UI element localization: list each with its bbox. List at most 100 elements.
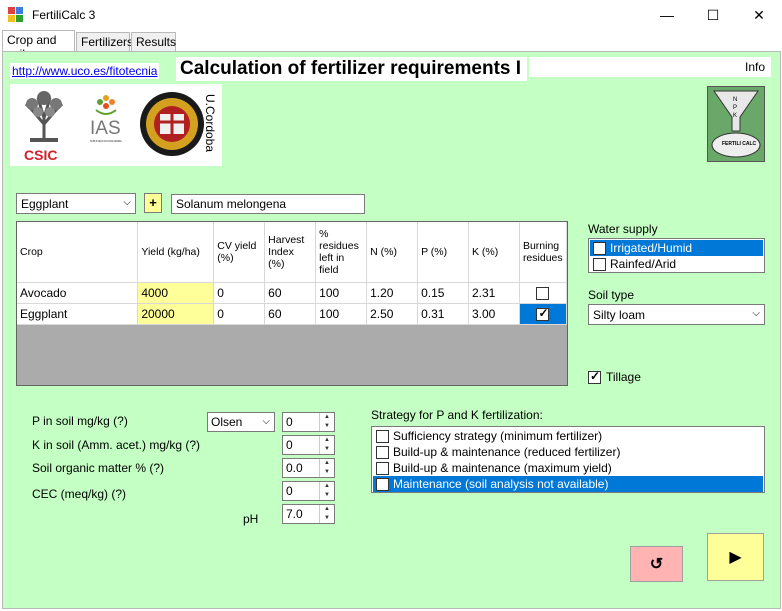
cell-p[interactable]: 0.15 — [417, 282, 469, 304]
option-label: Irrigated/Humid — [610, 241, 693, 255]
tab-results[interactable]: Results — [131, 32, 176, 51]
strategy-list[interactable]: Sufficiency strategy (minimum fertilizer… — [371, 426, 765, 493]
checkbox[interactable] — [376, 429, 389, 443]
option-label: Sufficiency strategy (minimum fertilizer… — [393, 429, 603, 443]
water-option-irrigated[interactable]: Irrigated/Humid — [590, 240, 763, 256]
table-row[interactable]: Eggplant 20000 0 60 100 2.50 0.31 3.00 — [17, 303, 568, 325]
checkbox[interactable] — [593, 240, 606, 255]
institution-logos: CSIC IAS INSTITUTO DE AGRICULTURA SOSTEN… — [10, 84, 222, 166]
npk-letter-k: K — [733, 113, 737, 119]
p-value: 0 — [286, 415, 293, 429]
ucordoba-seal — [140, 92, 204, 156]
cell-n[interactable]: 2.50 — [366, 303, 419, 325]
reset-button[interactable]: ↺ — [630, 546, 683, 582]
crop-select-value: Eggplant — [21, 197, 69, 211]
npk-name-text: FERTILI CALC — [722, 141, 757, 147]
strategy-option-maximum[interactable]: Build-up & maintenance (maximum yield) — [373, 460, 763, 476]
checkbox[interactable] — [376, 476, 389, 491]
cell-crop[interactable]: Avocado — [17, 282, 139, 304]
col-n: N (%) — [366, 222, 419, 283]
run-button[interactable]: ▶ — [707, 533, 764, 581]
cell-k[interactable]: 2.31 — [468, 282, 520, 304]
spin-arrows-icon[interactable]: ▲ ▼ — [319, 436, 334, 454]
title-bar: FertiliCalc 3 — ☐ ✕ — [0, 0, 782, 30]
minimize-button[interactable]: — — [644, 0, 690, 30]
tillage-checkbox[interactable]: Tillage — [588, 369, 641, 384]
cell-p[interactable]: 0.31 — [417, 303, 469, 325]
cell-residues[interactable]: 100 — [315, 282, 368, 304]
cell-hi[interactable]: 60 — [264, 303, 317, 325]
strategy-option-sufficiency[interactable]: Sufficiency strategy (minimum fertilizer… — [373, 428, 763, 444]
crop-table[interactable]: Crop Yield (kg/ha) CV yield (%) Harvest … — [16, 221, 568, 386]
close-button[interactable]: ✕ — [736, 0, 782, 30]
csic-logo — [24, 91, 64, 142]
water-supply-label: Water supply — [588, 222, 658, 236]
k-value-stepper[interactable]: 0 ▲ ▼ — [282, 435, 335, 455]
cec-label: CEC (meq/kg) (?) — [32, 487, 127, 501]
tab-crop-and-soil[interactable]: Crop and soil — [2, 30, 75, 61]
checkbox[interactable] — [588, 369, 601, 384]
burning-checkbox[interactable] — [536, 306, 550, 321]
col-p: P (%) — [417, 222, 469, 283]
col-cv-yield: CV yield (%) — [213, 222, 266, 283]
cell-burning[interactable] — [519, 303, 568, 325]
ucordoba-text: U.Cordoba — [203, 94, 217, 152]
option-label: Build-up & maintenance (maximum yield) — [393, 461, 612, 475]
csic-text: CSIC — [24, 147, 57, 163]
fertilicalc-logo: N P K FERTILI CALC — [707, 86, 765, 162]
spin-arrows-icon[interactable]: ▲ ▼ — [319, 459, 334, 477]
play-icon: ▶ — [729, 549, 742, 566]
checkbox[interactable] — [593, 257, 606, 271]
page-title: Calculation of fertilizer requirements I — [176, 57, 527, 81]
npk-letter-n: N — [733, 97, 737, 103]
crop-select[interactable]: Eggplant ⌵ — [16, 193, 136, 214]
spin-arrows-icon[interactable]: ▲ ▼ — [319, 413, 334, 431]
cell-crop[interactable]: Eggplant — [17, 303, 139, 325]
burning-checkbox[interactable] — [536, 286, 550, 300]
chevron-down-icon: ⌵ — [262, 416, 270, 427]
strategy-label: Strategy for P and K fertilization: — [371, 408, 543, 422]
ias-text: IAS — [90, 118, 121, 139]
spin-arrows-icon[interactable]: ▲ ▼ — [319, 482, 334, 500]
ph-stepper[interactable]: 7.0 ▲ ▼ — [282, 504, 335, 524]
cell-n[interactable]: 1.20 — [366, 282, 419, 304]
cell-yield[interactable]: 20000 — [137, 303, 215, 325]
cell-hi[interactable]: 60 — [264, 282, 317, 304]
checkbox[interactable] — [376, 445, 389, 459]
strategy-option-reduced[interactable]: Build-up & maintenance (reduced fertiliz… — [373, 444, 763, 460]
cell-cv[interactable]: 0 — [213, 303, 266, 325]
website-link[interactable]: http://www.uco.es/fitotecnia — [10, 63, 160, 79]
water-option-rainfed[interactable]: Rainfed/Arid — [590, 256, 763, 272]
cell-k[interactable]: 3.00 — [468, 303, 520, 325]
strategy-option-maintenance[interactable]: Maintenance (soil analysis not available… — [373, 476, 763, 492]
cell-cv[interactable]: 0 — [213, 282, 266, 304]
k-in-soil-label: K in soil (Amm. acet.) mg/kg (?) — [32, 438, 201, 452]
ph-value: 7.0 — [286, 507, 303, 521]
cell-burning[interactable] — [519, 282, 568, 304]
maximize-button[interactable]: ☐ — [690, 0, 736, 30]
cec-stepper[interactable]: 0 ▲ ▼ — [282, 481, 335, 501]
tab-fertilizers[interactable]: Fertilizers — [76, 32, 133, 51]
add-crop-button[interactable]: + — [144, 193, 162, 213]
organic-matter-value: 0.0 — [286, 461, 303, 475]
p-method-select[interactable]: Olsen ⌵ — [207, 412, 275, 432]
scientific-name-field[interactable]: Solanum melongena — [171, 194, 365, 214]
info-label: Info — [744, 60, 765, 74]
organic-matter-stepper[interactable]: 0.0 ▲ ▼ — [282, 458, 335, 478]
checkbox[interactable] — [376, 461, 389, 475]
info-button[interactable]: Info — [529, 57, 771, 77]
water-supply-list[interactable]: Irrigated/Humid Rainfed/Arid — [588, 238, 765, 273]
option-label: Maintenance (soil analysis not available… — [393, 477, 609, 491]
soil-type-select[interactable]: Silty loam ⌵ — [588, 304, 765, 325]
spin-arrows-icon[interactable]: ▲ ▼ — [319, 505, 334, 523]
cell-residues[interactable]: 100 — [315, 303, 368, 325]
soil-type-value: Silty loam — [593, 308, 646, 322]
chevron-down-icon: ⌵ — [752, 308, 760, 319]
p-method-value: Olsen — [211, 415, 243, 429]
k-value: 0 — [286, 438, 293, 452]
option-label: Rainfed/Arid — [610, 257, 677, 271]
p-value-stepper[interactable]: 0 ▲ ▼ — [282, 412, 335, 432]
table-row[interactable]: Avocado 4000 0 60 100 1.20 0.15 2.31 — [17, 282, 568, 304]
logos-image: CSIC IAS INSTITUTO DE AGRICULTURA SOSTEN… — [24, 91, 217, 163]
cell-yield[interactable]: 4000 — [137, 282, 215, 304]
